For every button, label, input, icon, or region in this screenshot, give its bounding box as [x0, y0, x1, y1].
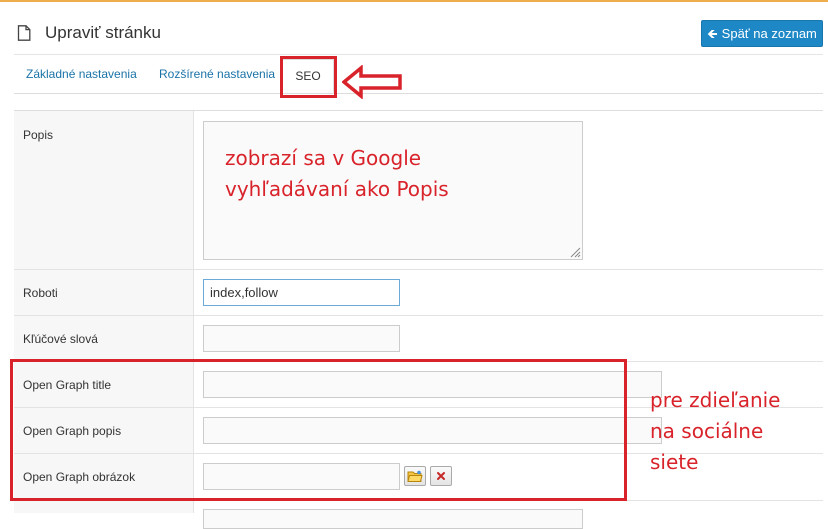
keywords-input[interactable]: [203, 325, 400, 352]
form-row-next: [14, 501, 823, 529]
seo-tab-highlight-box: [280, 56, 337, 98]
document-icon: [17, 25, 31, 41]
og-annotation-line: na sociálne: [650, 419, 764, 443]
tab-basic-settings[interactable]: Základné nastavenia: [26, 55, 137, 93]
back-to-list-label: Späť na zoznam: [721, 26, 817, 41]
open-graph-annotation: pre zdieľanie na sociálne siete: [650, 385, 781, 478]
next-field[interactable]: [203, 509, 583, 529]
tab-advanced-settings[interactable]: Rozšírené nastavenia: [159, 55, 275, 93]
form-row-roboti: Roboti: [14, 270, 823, 316]
popis-annotation: zobrazí sa v Google vyhľadávaní ako Popi…: [225, 143, 449, 205]
tab-bar: Základné nastavenia Rozšírené nastavenia…: [14, 55, 823, 94]
popis-annotation-line: vyhľadávaní ako Popis: [225, 177, 449, 201]
arrow-left-icon: 🡸: [707, 26, 718, 41]
top-accent-bar: [0, 0, 828, 2]
label-cell: [14, 501, 194, 513]
resize-grip-icon[interactable]: [569, 246, 581, 258]
roboti-label: Roboti: [23, 286, 58, 300]
arrow-left-annotation-icon: [342, 65, 402, 99]
open-graph-highlight-box: [10, 359, 627, 501]
og-annotation-line: pre zdieľanie: [650, 388, 781, 412]
form-row-keywords: Kľúčové slová: [14, 316, 823, 362]
popis-label: Popis: [23, 128, 54, 142]
keywords-label: Kľúčové slová: [23, 332, 98, 346]
page-title: Upraviť stránku: [45, 23, 161, 42]
popis-annotation-line: zobrazí sa v Google: [225, 146, 422, 170]
tabs-divider: [14, 93, 823, 94]
og-annotation-line: siete: [650, 450, 699, 474]
back-to-list-button[interactable]: 🡸 Späť na zoznam: [701, 20, 823, 47]
roboti-input[interactable]: [203, 279, 400, 306]
